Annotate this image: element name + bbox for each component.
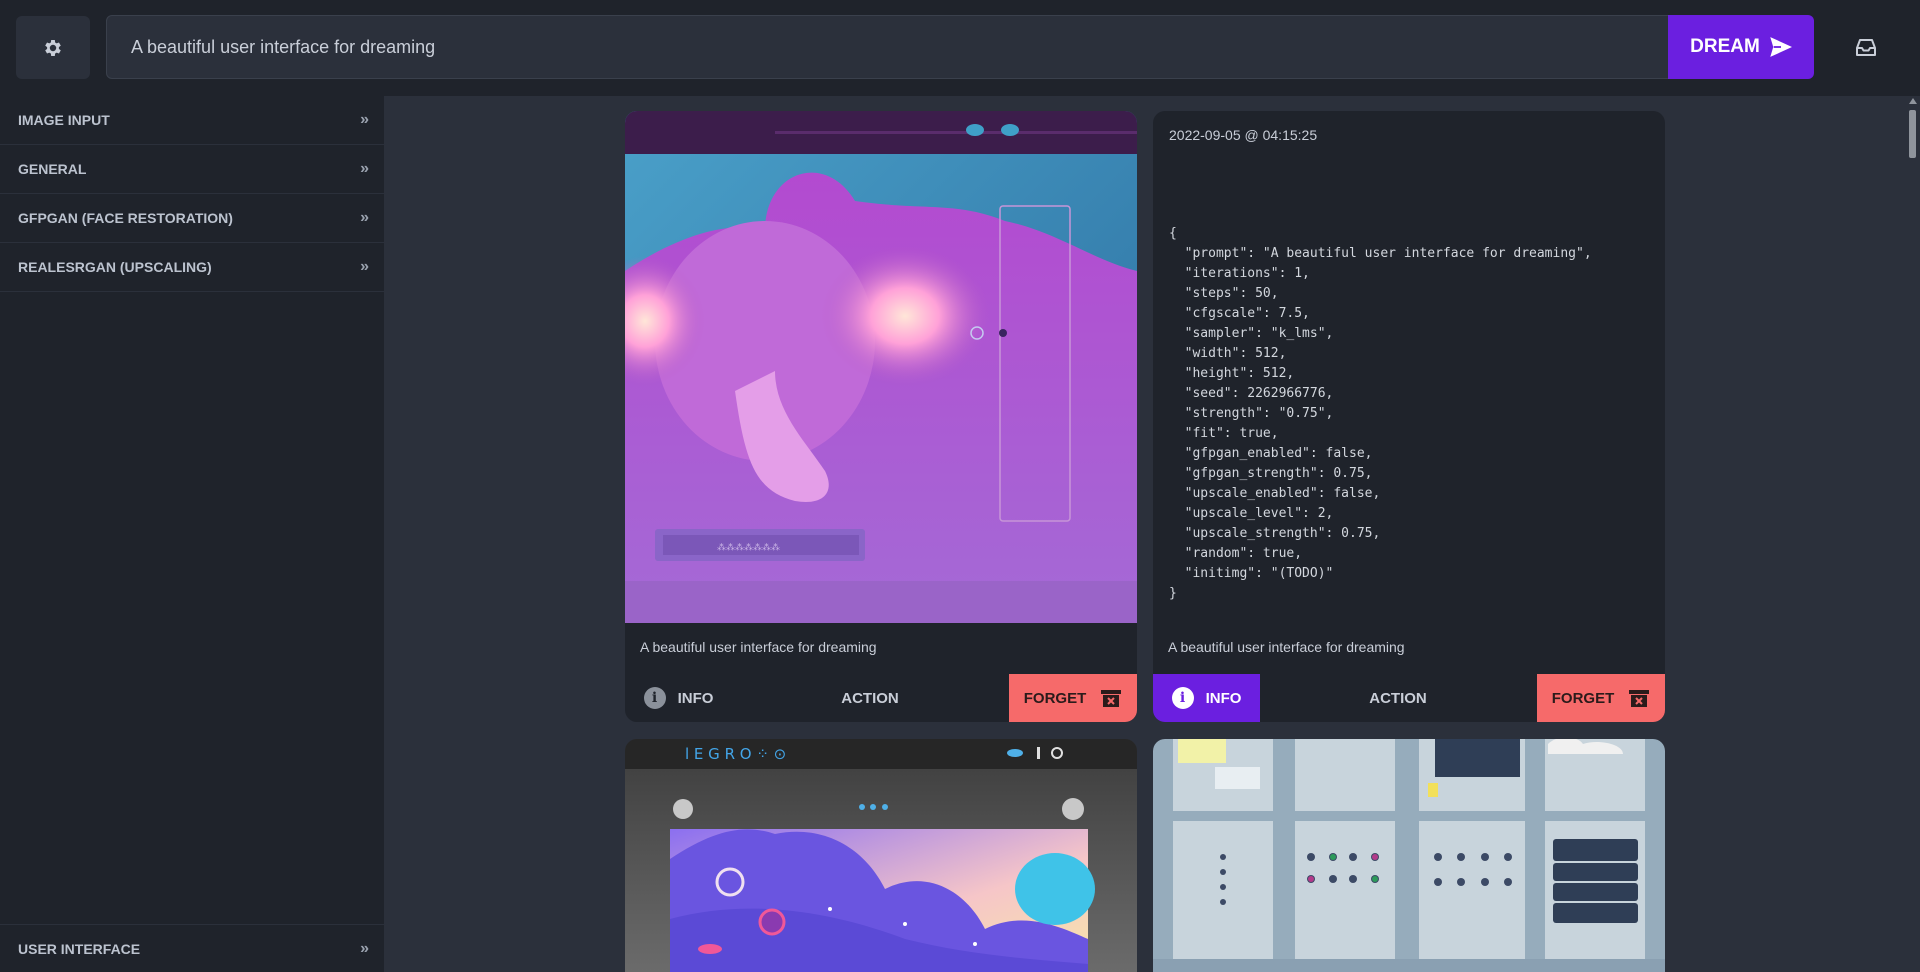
action-button[interactable]: ACTION: [1313, 674, 1483, 722]
gallery-card: l E G R O ⁘ ⊙: [625, 739, 1137, 972]
image-caption: A beautiful user interface for dreaming: [640, 639, 877, 655]
sidebar-item-label: GENERAL: [18, 161, 87, 177]
prompt-field[interactable]: [106, 15, 1669, 79]
info-icon: i: [643, 687, 666, 709]
chevrons-right-icon: »: [360, 258, 369, 275]
forget-button-label: FORGET: [1023, 689, 1087, 707]
info-button[interactable]: i INFO: [625, 674, 732, 722]
gallery-card: ⁂⁂⁂⁂⁂⁂⁂ A beautiful user interface for d…: [625, 111, 1137, 722]
svg-text:⁂⁂⁂⁂⁂⁂⁂: ⁂⁂⁂⁂⁂⁂⁂: [717, 542, 780, 553]
prompt-input[interactable]: [107, 16, 1668, 78]
generated-image[interactable]: l E G R O ⁘ ⊙: [625, 739, 1137, 972]
top-bar: DREAM: [0, 0, 1920, 96]
sidebar-item-label: GFPGAN (FACE RESTORATION): [18, 210, 233, 226]
action-button[interactable]: ACTION: [785, 674, 955, 722]
action-button-label: ACTION: [1369, 689, 1427, 707]
sidebar-item-label: IMAGE INPUT: [18, 112, 110, 128]
scroll-up-arrow[interactable]: [1909, 98, 1917, 104]
chevrons-right-icon: »: [360, 111, 369, 128]
sidebar-item-label: USER INTERFACE: [18, 940, 141, 957]
dream-button[interactable]: DREAM: [1668, 15, 1814, 79]
trash-icon: [1101, 690, 1122, 707]
card-actions: i INFO ACTION FORGET: [625, 674, 1137, 722]
inbox-icon: [1856, 39, 1876, 56]
gallery-card: 2022-09-05 @ 04:15:25 { "prompt": "A bea…: [1153, 111, 1665, 722]
sidebar-item-label: REALESRGAN (UPSCALING): [18, 259, 212, 275]
image-timestamp: 2022-09-05 @ 04:15:25: [1169, 127, 1318, 143]
image-info-panel: 2022-09-05 @ 04:15:25 { "prompt": "A bea…: [1153, 111, 1665, 623]
scroll-thumb[interactable]: [1909, 110, 1916, 158]
generated-image[interactable]: [1153, 739, 1665, 972]
gallery-toggle-button[interactable]: [1848, 30, 1884, 66]
info-button-label: INFO: [1205, 689, 1242, 707]
sidebar-item-gfpgan[interactable]: GFPGAN (FACE RESTORATION) »: [0, 194, 384, 243]
image-metadata: { "prompt": "A beautiful user interface …: [1169, 226, 1592, 601]
info-button-label: INFO: [677, 689, 714, 707]
chevrons-right-icon: »: [360, 160, 369, 177]
send-icon: [1770, 37, 1792, 57]
svg-text:l E G R O ⁘ ⊙: l E G R O ⁘ ⊙: [685, 745, 786, 763]
sidebar-item-general[interactable]: GENERAL »: [0, 145, 384, 194]
card-actions: i INFO ACTION FORGET: [1153, 674, 1665, 722]
gallery-card: [1153, 739, 1665, 972]
dream-button-label: DREAM: [1690, 36, 1760, 57]
forget-button-label: FORGET: [1551, 689, 1615, 707]
sidebar-item-user-interface[interactable]: USER INTERFACE »: [0, 924, 384, 972]
sidebar-item-realesrgan[interactable]: REALESRGAN (UPSCALING) »: [0, 243, 384, 292]
action-button-label: ACTION: [841, 689, 899, 707]
image-caption: A beautiful user interface for dreaming: [1168, 639, 1405, 655]
trash-icon: [1629, 690, 1650, 707]
chevrons-right-icon: »: [360, 209, 369, 226]
sidebar-item-image-input[interactable]: IMAGE INPUT »: [0, 96, 384, 145]
info-icon: i: [1171, 687, 1194, 709]
info-button[interactable]: i INFO: [1153, 674, 1260, 722]
generated-image[interactable]: ⁂⁂⁂⁂⁂⁂⁂: [625, 111, 1137, 623]
chevrons-right-icon: »: [360, 939, 369, 957]
forget-button[interactable]: FORGET: [1009, 674, 1137, 722]
settings-button[interactable]: [16, 16, 90, 79]
options-sidebar: IMAGE INPUT » GENERAL » GFPGAN (FACE RES…: [0, 96, 384, 972]
forget-button[interactable]: FORGET: [1537, 674, 1665, 722]
main-scrollbar[interactable]: [1905, 96, 1920, 972]
gear-icon: [45, 39, 61, 56]
